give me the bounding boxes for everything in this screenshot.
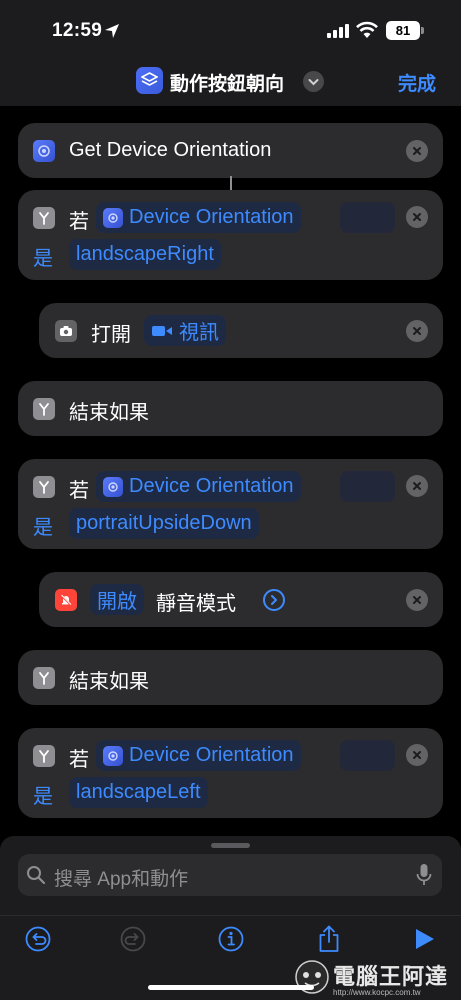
variable-token[interactable]: Device Orientation (96, 202, 301, 233)
shortcut-title[interactable]: 動作按鈕朝向 (170, 69, 284, 96)
chevron-down-icon (308, 78, 319, 85)
panel-grabber[interactable] (211, 843, 250, 848)
location-arrow-icon (105, 24, 119, 38)
if-branch-icon (33, 476, 55, 498)
silent-mode-label: 靜音模式 (156, 593, 236, 615)
variable-label: Device Orientation (129, 475, 294, 497)
watermark-text: 電腦王阿達 (333, 965, 449, 990)
if-keyword: 若 (69, 211, 89, 233)
cellular-signal-icon (327, 24, 349, 38)
run-button[interactable] (410, 925, 438, 953)
share-icon (319, 925, 339, 952)
play-icon (416, 929, 434, 949)
end-if-label: 結束如果 (69, 402, 149, 424)
value-token[interactable]: portraitUpsideDown (69, 508, 259, 539)
variable-token[interactable]: Device Orientation (96, 740, 301, 771)
if-branch-icon (33, 745, 55, 767)
done-button[interactable]: 完成 (398, 69, 436, 96)
layers-icon (141, 72, 158, 86)
device-orientation-icon (103, 207, 123, 228)
wifi-icon (356, 21, 378, 38)
redo-icon (120, 926, 146, 952)
device-orientation-icon (33, 140, 55, 162)
info-button[interactable] (217, 925, 245, 953)
search-placeholder: 搜尋 App和動作 (54, 869, 189, 890)
undo-button[interactable] (24, 925, 52, 953)
title-menu-button[interactable] (303, 71, 324, 92)
condition-placeholder[interactable] (340, 740, 395, 771)
if-branch-icon (33, 398, 55, 420)
flow-connector (230, 176, 232, 190)
home-indicator[interactable] (148, 985, 314, 990)
variable-label: Device Orientation (129, 744, 294, 766)
variable-label: Device Orientation (129, 206, 294, 228)
if-branch-icon (33, 207, 55, 229)
if-branch-icon (33, 667, 55, 689)
expand-options-icon[interactable] (263, 589, 285, 611)
camera-icon (55, 320, 77, 342)
remove-action-icon[interactable] (406, 140, 428, 162)
is-keyword[interactable]: 是 (33, 511, 53, 540)
is-keyword[interactable]: 是 (33, 780, 53, 809)
status-time: 12:59 (52, 20, 103, 41)
remove-action-icon[interactable] (406, 320, 428, 342)
info-icon (218, 926, 244, 952)
open-verb: 打開 (91, 324, 131, 346)
microphone-icon[interactable] (416, 863, 432, 887)
status-bar: 12:59 81 (0, 0, 461, 62)
condition-placeholder[interactable] (340, 202, 395, 233)
if-keyword: 若 (69, 749, 89, 771)
app-label: 視訊 (179, 322, 219, 344)
device-orientation-icon (103, 745, 123, 766)
remove-action-icon[interactable] (406, 206, 428, 228)
remove-action-icon[interactable] (406, 744, 428, 766)
value-token[interactable]: landscapeRight (69, 239, 221, 270)
device-orientation-icon (103, 476, 123, 497)
action-label: Get Device Orientation (69, 139, 272, 161)
remove-action-icon[interactable] (406, 475, 428, 497)
video-camera-icon (152, 325, 172, 336)
value-token[interactable]: landscapeLeft (69, 777, 208, 808)
remove-action-icon[interactable] (406, 589, 428, 611)
watermark-url: http://www.kocpc.com.tw (333, 988, 421, 997)
battery-nub (421, 27, 424, 34)
value-label: portraitUpsideDown (76, 512, 252, 534)
state-token[interactable]: 開啟 (90, 584, 144, 615)
variable-token[interactable]: Device Orientation (96, 471, 301, 502)
value-label: landscapeRight (76, 243, 214, 265)
condition-placeholder[interactable] (340, 471, 395, 502)
share-button[interactable] (315, 925, 343, 953)
undo-icon (25, 926, 51, 952)
is-keyword[interactable]: 是 (33, 242, 53, 271)
search-icon (27, 866, 46, 885)
app-token[interactable]: 視訊 (144, 315, 226, 346)
if-keyword: 若 (69, 480, 89, 502)
shortcut-layers-icon[interactable] (136, 67, 163, 94)
bell-slash-icon (55, 589, 77, 611)
state-label: 開啟 (97, 591, 137, 613)
redo-button[interactable] (119, 925, 147, 953)
end-if-label: 結束如果 (69, 671, 149, 693)
battery-indicator: 81 (386, 21, 420, 40)
value-label: landscapeLeft (76, 781, 201, 803)
